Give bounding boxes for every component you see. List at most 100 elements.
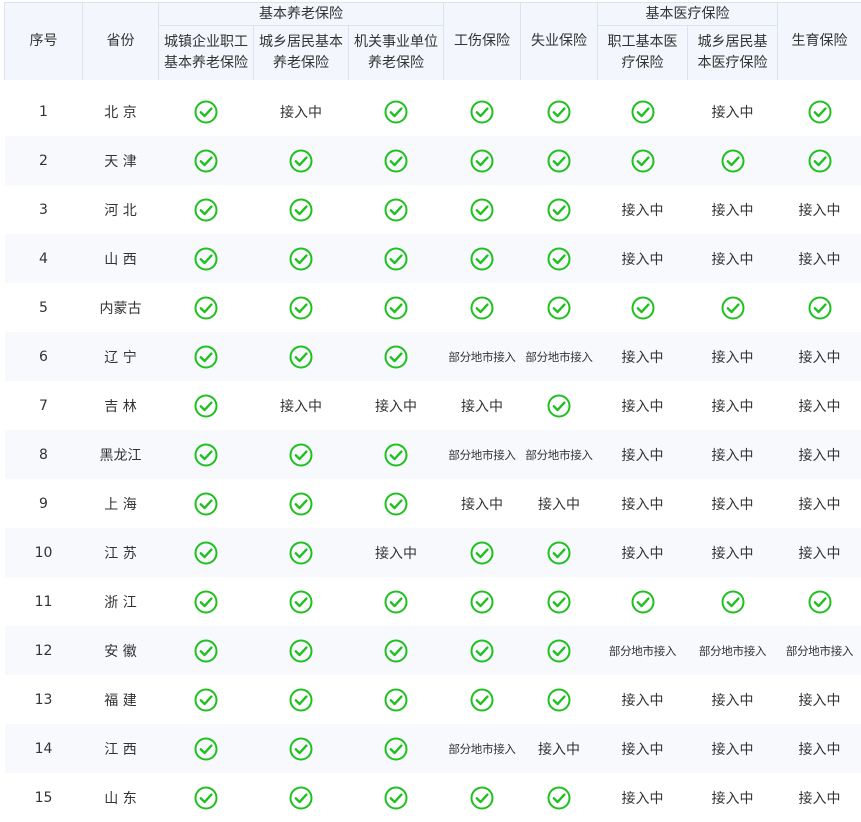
check-circle-icon xyxy=(631,296,655,320)
status-cell: 部分地市接入 xyxy=(521,332,598,381)
check-circle-icon xyxy=(470,149,494,173)
check-circle-icon xyxy=(194,737,218,761)
pending-access-label: 接入中 xyxy=(622,203,664,219)
status-cell xyxy=(349,724,444,773)
status-cell xyxy=(521,577,598,626)
status-cell: 部分地市接入 xyxy=(688,626,778,675)
status-cell xyxy=(349,430,444,479)
check-circle-icon xyxy=(470,100,494,124)
status-cell: 接入中 xyxy=(688,528,778,577)
row-index: 12 xyxy=(5,626,83,675)
check-circle-icon xyxy=(808,296,832,320)
check-circle-icon xyxy=(289,443,313,467)
pending-access-label: 接入中 xyxy=(280,105,322,121)
check-circle-icon xyxy=(289,198,313,222)
check-circle-icon xyxy=(808,149,832,173)
header-unemployment: 失业保险 xyxy=(521,3,598,84)
status-cell xyxy=(444,528,521,577)
status-cell xyxy=(254,577,349,626)
header-urban-rural-pension: 城乡居民基本养老保险 xyxy=(254,26,349,84)
check-circle-icon xyxy=(289,737,313,761)
status-cell: 接入中 xyxy=(254,381,349,430)
status-cell xyxy=(159,283,254,332)
pending-access-label: 接入中 xyxy=(622,693,664,709)
row-province: 安 徽 xyxy=(83,626,159,675)
check-circle-icon xyxy=(631,149,655,173)
row-index: 7 xyxy=(5,381,83,430)
check-circle-icon xyxy=(384,492,408,516)
partial-access-label: 部分地市接入 xyxy=(699,644,766,658)
check-circle-icon xyxy=(547,296,571,320)
table-row: 5内蒙古 xyxy=(5,283,861,332)
status-cell xyxy=(159,479,254,528)
check-circle-icon xyxy=(384,149,408,173)
pending-access-label: 接入中 xyxy=(622,252,664,268)
pending-access-label: 接入中 xyxy=(712,448,754,464)
status-cell xyxy=(254,136,349,185)
row-province: 黑龙江 xyxy=(83,430,159,479)
check-circle-icon xyxy=(289,786,313,810)
check-circle-icon xyxy=(470,639,494,663)
status-cell: 部分地市接入 xyxy=(521,430,598,479)
status-cell: 接入中 xyxy=(778,234,861,283)
status-cell xyxy=(521,185,598,234)
status-cell: 接入中 xyxy=(598,430,688,479)
row-province: 上 海 xyxy=(83,479,159,528)
pending-access-label: 接入中 xyxy=(461,399,503,415)
status-cell xyxy=(349,136,444,185)
status-cell xyxy=(444,185,521,234)
status-cell xyxy=(254,332,349,381)
status-cell xyxy=(688,283,778,332)
check-circle-icon xyxy=(470,688,494,712)
status-cell xyxy=(159,136,254,185)
partial-access-label: 部分地市接入 xyxy=(448,350,515,364)
row-index: 9 xyxy=(5,479,83,528)
table-row: 9上 海接入中接入中接入中接入中接入中 xyxy=(5,479,861,528)
row-province: 浙 江 xyxy=(83,577,159,626)
pending-access-label: 接入中 xyxy=(712,546,754,562)
status-cell xyxy=(254,430,349,479)
pending-access-label: 接入中 xyxy=(712,203,754,219)
status-cell: 接入中 xyxy=(349,381,444,430)
check-circle-icon xyxy=(194,492,218,516)
pending-access-label: 接入中 xyxy=(799,252,841,268)
partial-access-label: 部分地市接入 xyxy=(448,448,515,462)
pending-access-label: 接入中 xyxy=(280,399,322,415)
pending-access-label: 接入中 xyxy=(622,742,664,758)
row-index: 3 xyxy=(5,185,83,234)
partial-access-label: 部分地市接入 xyxy=(448,742,515,756)
check-circle-icon xyxy=(808,590,832,614)
row-index: 5 xyxy=(5,283,83,332)
status-cell xyxy=(598,283,688,332)
header-employee-medical: 职工基本医疗保险 xyxy=(598,26,688,84)
partial-access-label: 部分地市接入 xyxy=(786,644,853,658)
status-cell: 接入中 xyxy=(778,332,861,381)
check-circle-icon xyxy=(384,100,408,124)
check-circle-icon xyxy=(721,149,745,173)
pending-access-label: 接入中 xyxy=(799,546,841,562)
check-circle-icon xyxy=(470,541,494,565)
check-circle-icon xyxy=(289,492,313,516)
status-cell xyxy=(349,84,444,137)
status-cell xyxy=(254,283,349,332)
check-circle-icon xyxy=(384,247,408,271)
status-cell xyxy=(444,234,521,283)
pending-access-label: 接入中 xyxy=(712,497,754,513)
check-circle-icon xyxy=(384,639,408,663)
check-circle-icon xyxy=(721,296,745,320)
social-insurance-access-table: 序号 省份 基本养老保险 工伤保险 失业保险 基本医疗保险 生育保险 城镇企业职… xyxy=(4,2,861,822)
pending-access-label: 接入中 xyxy=(799,791,841,807)
status-cell xyxy=(349,234,444,283)
row-province: 内蒙古 xyxy=(83,283,159,332)
status-cell: 接入中 xyxy=(688,234,778,283)
status-cell xyxy=(159,84,254,137)
pending-access-label: 接入中 xyxy=(799,203,841,219)
status-cell xyxy=(521,84,598,137)
check-circle-icon xyxy=(547,100,571,124)
pending-access-label: 接入中 xyxy=(712,399,754,415)
header-maternity: 生育保险 xyxy=(778,3,861,84)
row-province: 福 建 xyxy=(83,675,159,724)
partial-access-label: 部分地市接入 xyxy=(525,448,592,462)
status-cell xyxy=(521,283,598,332)
row-province: 山 西 xyxy=(83,234,159,283)
